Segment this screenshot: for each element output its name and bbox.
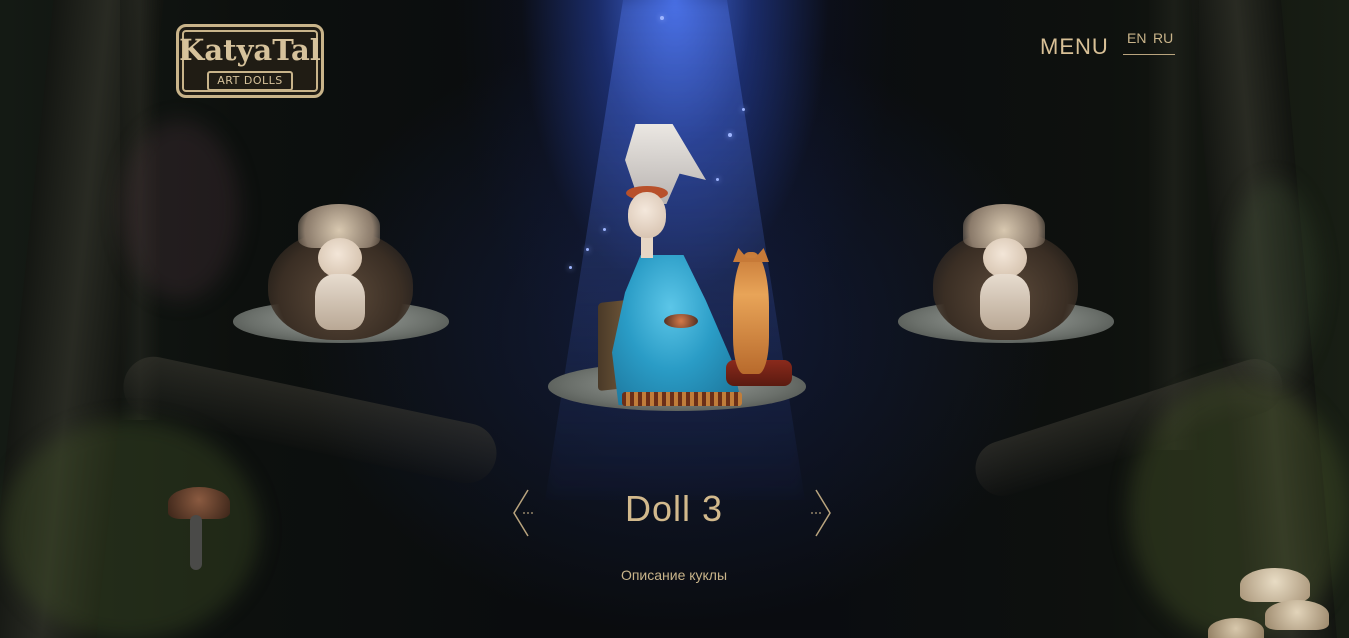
next-arrow-button[interactable] (804, 488, 834, 538)
language-en-link[interactable]: EN (1127, 30, 1146, 46)
sparkle (603, 228, 606, 231)
sparkle (728, 133, 732, 137)
moss-patch (1129, 380, 1349, 638)
mushroom-stem (190, 515, 202, 570)
mushroom (1208, 618, 1264, 638)
language-switcher: EN RU (1123, 30, 1175, 55)
doll-description: Описание куклы (620, 567, 728, 583)
sparkle (569, 266, 572, 269)
sparkle (742, 108, 745, 111)
prev-arrow-button[interactable] (510, 488, 540, 538)
foliage-patch (1229, 180, 1319, 380)
chevron-right-icon (811, 489, 831, 537)
menu-button[interactable]: MENU (1040, 34, 1109, 60)
sparkle (716, 178, 719, 181)
doll-body (315, 274, 365, 330)
doll-head (983, 238, 1027, 278)
site-logo[interactable]: KatyaTal ART DOLLS (176, 24, 324, 98)
doll-island-next[interactable] (893, 204, 1118, 412)
moss-patch (0, 420, 260, 638)
doll-body (980, 274, 1030, 330)
logo-text: KatyaTal (179, 33, 321, 67)
sparkle (586, 248, 589, 251)
doll-head (628, 192, 666, 238)
doll-head (318, 238, 362, 278)
sparkle (660, 16, 664, 20)
chevron-left-icon (513, 489, 533, 537)
mushroom (168, 487, 230, 519)
logo-subtitle: ART DOLLS (207, 71, 293, 91)
doll-title: Doll 3 (624, 488, 724, 529)
language-ru-link[interactable]: RU (1153, 30, 1173, 46)
doll-dress-hem (622, 392, 742, 406)
foliage-patch (120, 120, 240, 300)
doll-island-prev[interactable] (228, 204, 453, 412)
mushroom (1265, 600, 1329, 630)
mushroom (1240, 568, 1310, 602)
cat-figure (733, 252, 769, 374)
doll-plate (664, 314, 698, 328)
